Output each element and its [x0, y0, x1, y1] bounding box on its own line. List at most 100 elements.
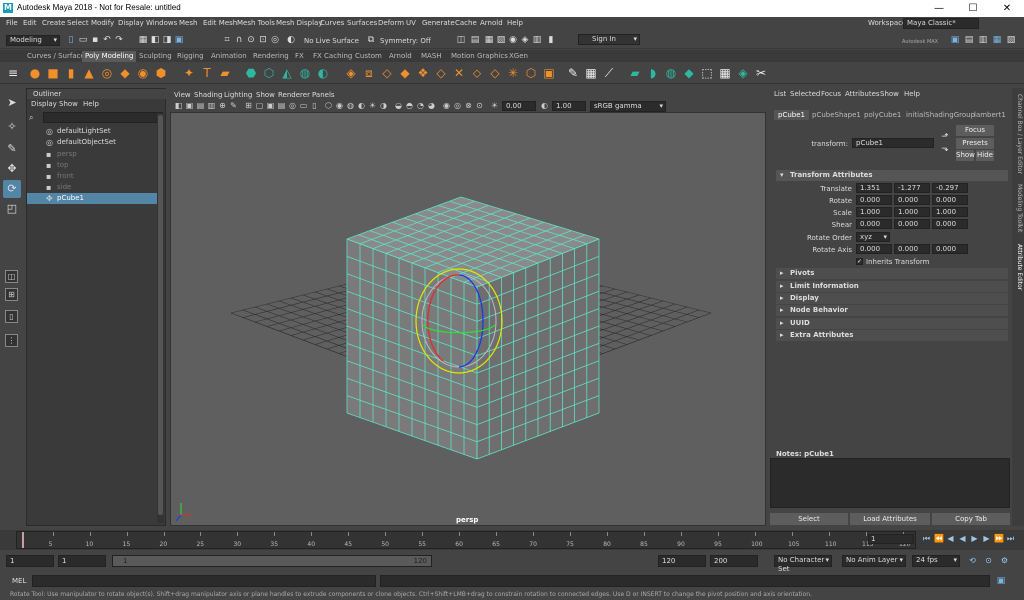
fps-select[interactable]: 24 fps — [912, 555, 960, 567]
menu-mesh[interactable]: Mesh — [179, 19, 197, 27]
gamma-field[interactable]: 1.00 — [552, 101, 586, 111]
paint-select-tool-icon[interactable]: ✎ — [3, 140, 21, 158]
section-transform-attributes[interactable]: Transform Attributes — [776, 170, 1008, 181]
shelf-menu-icon[interactable]: ≡ — [6, 66, 20, 80]
outliner-item[interactable]: ▪ side — [27, 182, 157, 193]
anim-layer-select[interactable]: No Anim Layer — [842, 555, 906, 567]
construction-history-icon[interactable]: ◫ — [456, 35, 466, 45]
hide-button[interactable]: Hide — [976, 150, 994, 161]
multi-cut-icon[interactable]: ✎ — [566, 66, 580, 80]
ae-menu-show[interactable]: Show — [880, 90, 899, 98]
go-to-start-icon[interactable]: ⏮ — [922, 534, 931, 543]
separate-icon[interactable]: ⬡ — [262, 66, 276, 80]
tab-pcube1[interactable]: pCube1 — [774, 110, 809, 120]
menu-edit-mesh[interactable]: Edit Mesh — [203, 19, 237, 27]
play-backwards-icon[interactable]: ◀ — [958, 534, 967, 543]
pcube1-mesh[interactable] — [346, 196, 600, 460]
time-slider-track[interactable]: 5 10 15 20 25 30 35 40 45 50 55 60 65 70 75 80 85 90 95 100… — [16, 531, 916, 549]
svg-icon[interactable]: ▰ — [218, 66, 232, 80]
delete-edge-icon[interactable]: ◇ — [488, 66, 502, 80]
menu-select[interactable]: Select — [67, 19, 89, 27]
shadows-icon[interactable]: ◑ — [379, 101, 388, 110]
outliner-item[interactable]: ▪ persp — [27, 149, 157, 160]
bridge-icon[interactable]: ⧈ — [362, 66, 376, 80]
outliner-scrollbar[interactable] — [157, 113, 164, 523]
live-surface-label[interactable]: No Live Surface — [304, 37, 359, 45]
copy-tab-button[interactable]: Copy Tab — [932, 513, 1010, 525]
rotate-axis-z-field[interactable]: 0.000 — [932, 244, 968, 254]
uv-cut-icon[interactable]: ✂ — [754, 66, 768, 80]
maximize-button[interactable]: ☐ — [956, 0, 990, 17]
outliner-item-pcube1[interactable]: ✥ pCube1 — [27, 193, 157, 204]
menu-windows[interactable]: Windows — [146, 19, 177, 27]
perspective-viewport[interactable]: persp — [170, 112, 766, 526]
tab-rendering[interactable]: Rendering — [250, 51, 292, 62]
tab-sculpting[interactable]: Sculpting — [136, 51, 175, 62]
collapse-icon[interactable]: ⬦ — [470, 66, 484, 80]
gate-mask-icon[interactable]: ▤ — [277, 101, 286, 110]
scale-y-field[interactable]: 1.000 — [894, 207, 930, 217]
viewport-menu-renderer[interactable]: Renderer — [278, 91, 310, 99]
presets-button[interactable]: Presets — [956, 138, 994, 149]
playback-end-field[interactable]: 120 — [658, 555, 706, 567]
loop-icon[interactable]: ⟲ — [968, 556, 977, 565]
depth-of-field-icon[interactable]: ◕ — [427, 101, 436, 110]
camera-attributes-icon[interactable]: ▣ — [185, 101, 194, 110]
snap-view-icon[interactable]: ⊡ — [258, 35, 268, 45]
tab-fx-caching[interactable]: FX Caching — [310, 51, 355, 62]
wireframe-icon[interactable]: ⬡ — [324, 101, 333, 110]
script-editor-icon[interactable]: ▣ — [996, 576, 1006, 586]
shear-xy-field[interactable]: 0.000 — [856, 219, 892, 229]
channel-box-icon[interactable]: ▦ — [992, 35, 1002, 45]
viewport-menu-view[interactable]: View — [174, 91, 191, 99]
menu-file[interactable]: File — [6, 19, 18, 27]
menu-surfaces[interactable]: Surfaces — [347, 19, 377, 27]
insert-loop-icon[interactable]: ▦ — [584, 66, 598, 80]
xray-joints-icon[interactable]: ⊗ — [464, 101, 473, 110]
workspace-select[interactable]: Maya Classic* — [903, 18, 979, 29]
menu-uv[interactable]: UV — [406, 19, 416, 27]
attribute-editor-icon[interactable]: ▤ — [964, 35, 974, 45]
translate-z-field[interactable]: -0.297 — [932, 183, 968, 193]
safe-title-icon[interactable]: ▯ — [310, 101, 319, 110]
tab-motion-graphics[interactable]: Motion Graphics — [448, 51, 511, 62]
poly-cylinder-icon[interactable]: ▮ — [64, 66, 78, 80]
transform-name-field[interactable]: pCube1 — [852, 138, 934, 148]
bevel-icon[interactable]: ◇ — [380, 66, 394, 80]
select-hierarchy-icon[interactable]: ▦ — [138, 35, 148, 45]
playback-start-field[interactable]: 1 — [58, 555, 106, 567]
uv-editor-icon[interactable]: ⬚ — [700, 66, 714, 80]
grid-toggle-icon[interactable]: ⊞ — [244, 101, 253, 110]
current-time-indicator[interactable] — [22, 532, 24, 548]
tool-settings-icon[interactable]: ▥ — [978, 35, 988, 45]
planar-map-icon[interactable]: ▰ — [628, 66, 642, 80]
viewport-menu-shading[interactable]: Shading — [194, 91, 222, 99]
tab-pcubeshape1[interactable]: pCubeShape1 — [808, 110, 865, 120]
input-connections-icon[interactable]: ⬏ — [940, 132, 950, 142]
menu-mesh-tools[interactable]: Mesh Tools — [237, 19, 275, 27]
step-back-key-icon[interactable]: ⏪ — [934, 534, 944, 543]
outliner-item[interactable]: ◎ defaultObjectSet — [27, 137, 157, 148]
scale-z-field[interactable]: 1.000 — [932, 207, 968, 217]
shear-xz-field[interactable]: 0.000 — [894, 219, 930, 229]
isolate-select-icon[interactable]: ◉ — [442, 101, 451, 110]
symmetry-label[interactable]: Symmetry: Off — [380, 37, 431, 45]
step-forward-key-icon[interactable]: ⏩ — [994, 534, 1004, 543]
menu-arnold[interactable]: Arnold — [480, 19, 503, 27]
inherits-transform-checkbox[interactable]: ✓ — [856, 258, 863, 265]
save-scene-icon[interactable]: ▪ — [90, 35, 100, 45]
rotate-x-field[interactable]: 0.000 — [856, 195, 892, 205]
outliner-menu-show[interactable]: Show — [59, 100, 78, 108]
menu-cache[interactable]: Cache — [455, 19, 477, 27]
viewport-menu-show[interactable]: Show — [256, 91, 275, 99]
2d-pan-zoom-icon[interactable]: ⊕ — [218, 101, 227, 110]
menuset-select[interactable]: Modeling — [6, 35, 60, 46]
scrollbar-thumb[interactable] — [158, 115, 163, 515]
render-sequence-icon[interactable]: ▥ — [532, 35, 542, 45]
notes-textarea[interactable] — [770, 458, 1010, 508]
menu-deform[interactable]: Deform — [378, 19, 404, 27]
safe-action-icon[interactable]: ▭ — [299, 101, 308, 110]
anti-aliasing-icon[interactable]: ◔ — [416, 101, 425, 110]
snap-point-icon[interactable]: ⊙ — [246, 35, 256, 45]
four-view-layout-icon[interactable]: ⊞ — [5, 288, 18, 301]
